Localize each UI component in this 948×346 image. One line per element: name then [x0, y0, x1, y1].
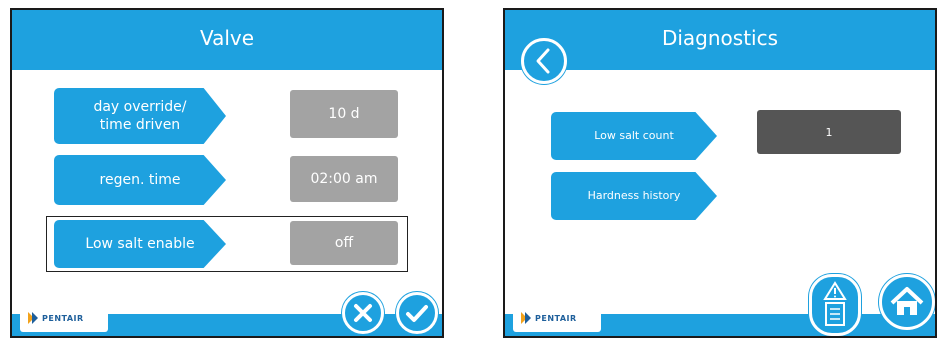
back-arrow-icon	[536, 48, 550, 74]
day-override-value[interactable]: 10 d	[290, 90, 398, 138]
home-button[interactable]	[879, 274, 935, 330]
low-salt-count-value: 1	[757, 110, 901, 154]
alarm-log-button[interactable]	[809, 274, 861, 336]
low-salt-count-button[interactable]: Low salt count	[551, 112, 717, 160]
cancel-button[interactable]	[342, 292, 384, 334]
day-override-button[interactable]: day override/ time driven	[54, 88, 226, 144]
pentair-logo-icon	[521, 312, 531, 324]
low-salt-enable-button[interactable]: Low salt enable	[54, 220, 226, 268]
low-salt-enable-value[interactable]: off	[290, 221, 398, 265]
confirm-button[interactable]	[396, 292, 438, 334]
cancel-x-icon	[354, 304, 372, 322]
diagnostics-header: Diagnostics	[505, 10, 935, 70]
back-button[interactable]	[521, 38, 567, 84]
regen-time-value[interactable]: 02:00 am	[290, 156, 398, 202]
pentair-logo: PENTAIR	[513, 304, 601, 332]
home-icon	[890, 287, 924, 315]
pentair-logo-icon	[28, 312, 38, 324]
valve-screen: Valve day override/ time driven 10 d reg…	[10, 8, 444, 338]
logo-text: PENTAIR	[535, 313, 577, 323]
page-title: Valve	[199, 26, 255, 50]
regen-time-button[interactable]: regen. time	[54, 155, 226, 205]
warning-clipboard-icon	[823, 281, 847, 326]
confirm-check-icon	[406, 305, 428, 322]
logo-text: PENTAIR	[42, 313, 84, 323]
pentair-logo: PENTAIR	[20, 304, 108, 332]
page-title: Diagnostics	[661, 26, 779, 50]
diagnostics-screen: Diagnostics Low salt count 1 Hardness hi…	[503, 8, 937, 338]
hardness-history-button[interactable]: Hardness history	[551, 172, 717, 220]
day-override-label-line1: day override/	[93, 99, 187, 115]
valve-header: Valve	[12, 10, 442, 70]
day-override-label-line2: time driven	[99, 117, 181, 133]
